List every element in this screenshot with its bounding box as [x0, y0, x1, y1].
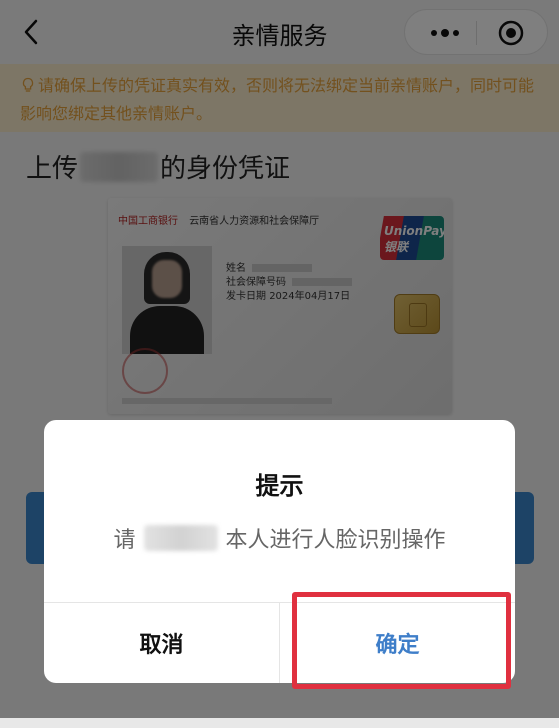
dialog-message-prefix: 请	[113, 528, 136, 553]
bottom-strip	[0, 718, 559, 728]
dialog-message: 请 本人进行人脸识别操作	[44, 522, 515, 554]
confirm-button[interactable]: 确定	[280, 603, 515, 683]
dialog-title: 提示	[255, 472, 304, 500]
redacted-name	[143, 525, 218, 551]
prompt-dialog: 提示 请 本人进行人脸识别操作 取消 确定	[44, 420, 515, 683]
dialog-message-suffix: 本人进行人脸识别操作	[225, 528, 446, 553]
cancel-button[interactable]: 取消	[44, 603, 279, 683]
